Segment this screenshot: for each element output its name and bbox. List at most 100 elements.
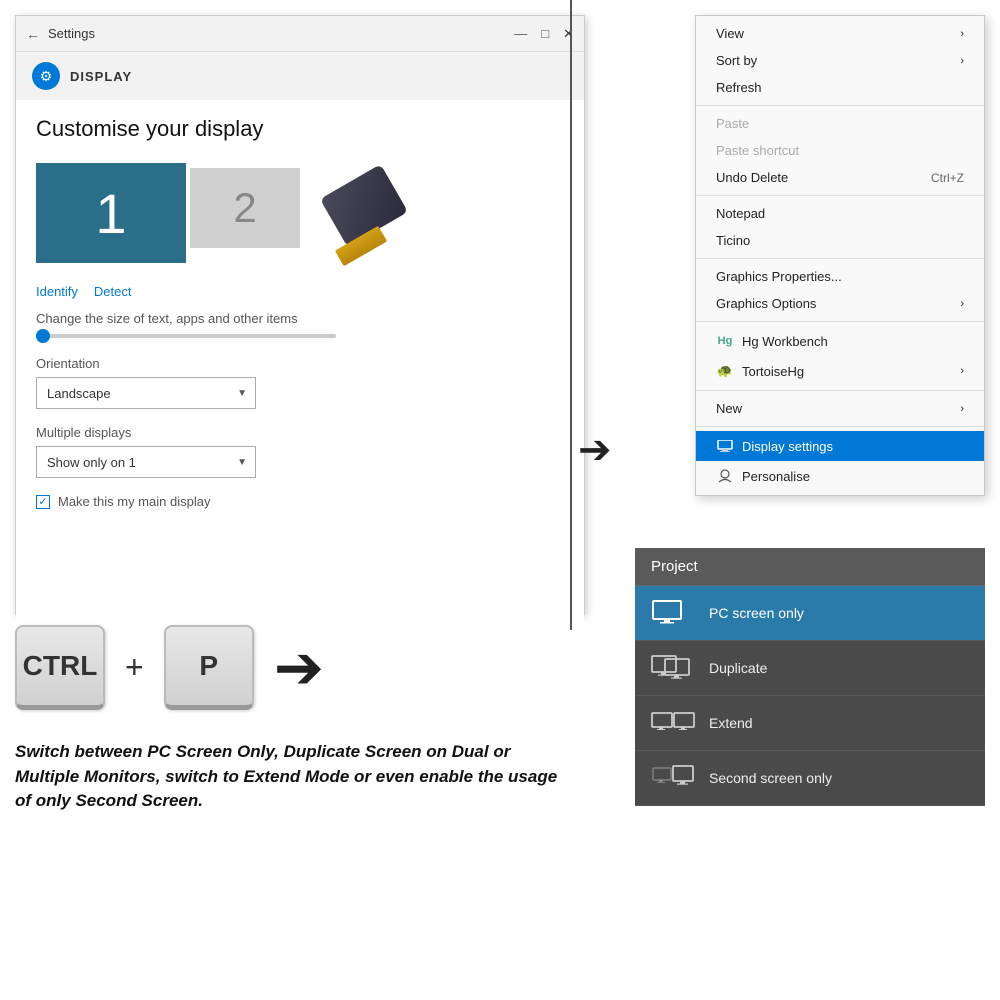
settings-sidebar: ⚙ DISPLAY [16, 52, 584, 100]
context-menu-item[interactable]: Personalise [696, 461, 984, 491]
multiple-displays-label: Multiple displays [36, 425, 564, 440]
multiple-displays-value: Show only on 1 [47, 455, 136, 470]
p-key: P [164, 625, 254, 710]
page-heading: Customise your display [36, 116, 564, 142]
submenu-arrow-icon: › [960, 298, 964, 310]
minimize-button[interactable]: — [514, 26, 527, 42]
submenu-arrow-icon: › [960, 403, 964, 415]
submenu-arrow-icon: › [960, 365, 964, 377]
context-menu: View›Sort by›RefreshPastePaste shortcutU… [695, 15, 985, 496]
orientation-dropdown[interactable]: Landscape ▼ [36, 377, 256, 409]
project-item-label: Duplicate [709, 660, 767, 676]
project-item[interactable]: Extend [635, 696, 985, 751]
context-menu-separator [696, 258, 984, 259]
window-title: Settings [48, 26, 514, 41]
context-menu-item: Paste [696, 110, 984, 137]
context-menu-separator [696, 195, 984, 196]
project-item[interactable]: PC screen only [635, 586, 985, 641]
monitor-2: 2 [190, 168, 300, 248]
maximize-button[interactable]: □ [541, 26, 549, 42]
context-menu-item[interactable]: Hg Hg Workbench [696, 326, 984, 356]
project-item-label: Extend [709, 715, 753, 731]
orientation-label: Orientation [36, 356, 564, 371]
project-monitor-icon [651, 710, 695, 736]
project-item[interactable]: Second screen only [635, 751, 985, 806]
context-menu-separator [696, 426, 984, 427]
project-item-label: Second screen only [709, 770, 832, 786]
detect-link[interactable]: Detect [94, 284, 132, 299]
keyboard-shortcut-area: CTRL + P ➔ [15, 625, 585, 710]
main-display-checkbox[interactable]: ✓ [36, 495, 50, 509]
orientation-value: Landscape [47, 386, 111, 401]
tortoise-icon: 🐢 [716, 362, 734, 380]
identify-link[interactable]: Identify [36, 284, 78, 299]
monitor-1: 1 [36, 163, 186, 263]
context-menu-item[interactable]: Graphics Options› [696, 290, 984, 317]
change-size-label: Change the size of text, apps and other … [36, 311, 564, 326]
project-item[interactable]: Duplicate [635, 641, 985, 696]
context-menu-separator [696, 390, 984, 391]
context-menu-item[interactable]: Graphics Properties... [696, 263, 984, 290]
context-menu-shortcut: Ctrl+Z [931, 171, 964, 185]
title-bar: ← Settings — □ ✕ [16, 16, 584, 52]
context-menu-item[interactable]: Display settings [696, 431, 984, 461]
context-menu-item-label: Refresh [716, 80, 964, 95]
context-menu-item[interactable]: Ticino [696, 227, 984, 254]
settings-content: Customise your display 1 2 Identify Dete… [16, 100, 584, 626]
multiple-displays-dropdown[interactable]: Show only on 1 ▼ [36, 446, 256, 478]
context-menu-item-label: Display settings [742, 439, 964, 454]
context-menu-item-label: Notepad [716, 206, 964, 221]
main-display-label: Make this my main display [58, 494, 210, 509]
dropdown-arrow-icon-2: ▼ [237, 457, 247, 468]
slider-thumb [36, 329, 50, 343]
dropdown-arrow-icon: ▼ [237, 388, 247, 399]
context-menu-item[interactable]: Notepad [696, 200, 984, 227]
context-menu-item[interactable]: 🐢 TortoiseHg› [696, 356, 984, 386]
context-menu-item-label: View [716, 26, 960, 41]
display-preview: 1 2 [36, 158, 564, 268]
context-menu-item[interactable]: Undo DeleteCtrl+Z [696, 164, 984, 191]
ctrl-key: CTRL [15, 625, 105, 710]
description-text: Switch between PC Screen Only, Duplicate… [15, 740, 575, 814]
hg-icon: Hg [716, 332, 734, 350]
context-menu-separator [696, 105, 984, 106]
context-menu-item-label: TortoiseHg [742, 364, 960, 379]
context-menu-item-label: Paste [716, 116, 964, 131]
submenu-arrow-icon: › [960, 28, 964, 40]
hdmi-plug-image [324, 163, 424, 263]
submenu-arrow-icon: › [960, 55, 964, 67]
window-controls: — □ ✕ [514, 26, 574, 42]
context-menu-item-label: Paste shortcut [716, 143, 964, 158]
main-display-row: ✓ Make this my main display [36, 494, 564, 509]
project-header: Project [635, 548, 985, 586]
context-menu-item[interactable]: View› [696, 20, 984, 47]
context-menu-item-label: Hg Workbench [742, 334, 964, 349]
project-monitor-icon [651, 765, 695, 791]
close-button[interactable]: ✕ [563, 26, 574, 42]
identify-links: Identify Detect [36, 284, 564, 299]
plus-sign: + [125, 649, 144, 686]
context-menu-item-label: Ticino [716, 233, 964, 248]
settings-window: ← Settings — □ ✕ ⚙ DISPLAY Customise you… [15, 15, 585, 615]
context-menu-item-label: Sort by [716, 53, 960, 68]
project-monitor-icon [651, 655, 695, 681]
context-menu-item[interactable]: Refresh [696, 74, 984, 101]
arrow-to-project: ➔ [274, 638, 324, 698]
checkmark-icon: ✓ [38, 495, 47, 508]
context-menu-item[interactable]: Sort by› [696, 47, 984, 74]
context-menu-item[interactable]: New› [696, 395, 984, 422]
context-menu-item-label: New [716, 401, 960, 416]
display-icon [716, 437, 734, 455]
personalise-icon [716, 467, 734, 485]
arrow-to-context-menu: ➔ [578, 430, 612, 470]
project-monitor-icon [651, 600, 695, 626]
project-panel: Project PC screen only Duplicate [635, 548, 985, 806]
size-slider[interactable] [36, 334, 336, 338]
project-item-label: PC screen only [709, 605, 804, 621]
context-menu-item: Paste shortcut [696, 137, 984, 164]
context-menu-item-label: Graphics Options [716, 296, 960, 311]
context-menu-item-label: Personalise [742, 469, 964, 484]
context-menu-separator [696, 321, 984, 322]
back-button[interactable]: ← [26, 26, 40, 42]
vertical-divider [570, 0, 572, 630]
